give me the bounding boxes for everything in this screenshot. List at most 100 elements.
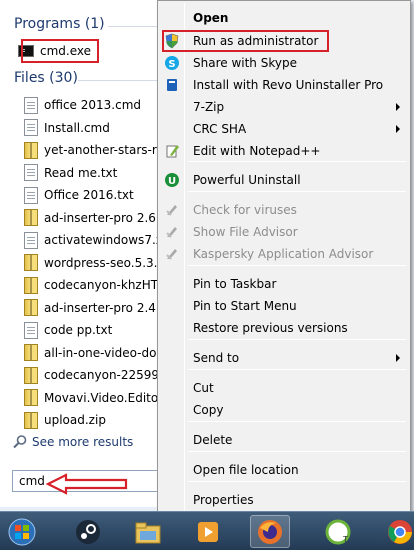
text-file-icon [24,231,38,249]
file-item-label: Office 2016.txt [44,188,134,202]
file-item-label: ad-inserter-pro 2.6.11 [44,210,176,225]
menu-item-share-with-skype[interactable]: S Share with Skype [160,52,408,74]
file-item[interactable]: ad-inserter-pro 2.6.11 [24,207,175,229]
menu-item-install-with-revo-uninstaller-pro[interactable]: Install with Revo Uninstaller Pro [160,74,408,96]
menu-separator [188,339,406,340]
menu-item-label: Open file location [193,463,299,477]
powerful-uninstall-icon: U [162,170,182,190]
taskbar-button-file-explorer[interactable] [128,515,168,548]
app-t-icon: T [324,518,352,546]
file-item-label: all-in-one-video-dow [44,345,167,360]
menu-item-label: Copy [193,403,224,417]
file-item-label: upload.zip [44,413,106,427]
file-item-label: Read me.txt [44,165,118,180]
file-item[interactable]: Read me.txt [24,162,117,184]
file-item-label: office 2013.cmd [44,98,141,112]
program-item-label: cmd.exe [40,44,92,58]
taskbar-button-media-player[interactable] [188,515,228,548]
svg-text:T: T [342,535,348,544]
file-item[interactable]: codecanyon-2259941 [24,364,174,386]
kaspersky-icon [162,200,182,220]
programs-divider [108,26,164,27]
see-more-results-link[interactable]: See more results [12,434,133,450]
file-item[interactable]: codecanyon-khzHTF [24,274,165,296]
menu-separator [188,481,406,482]
start-orb-icon [7,517,37,547]
menu-item-kaspersky-application-advisor: Kaspersky Application Advisor [160,243,408,265]
file-item[interactable]: upload.zip [24,409,106,431]
taskbar-button-chrome[interactable] [380,515,414,548]
text-file-icon [24,321,38,339]
file-item-label: yet-another-stars-rat [44,143,169,157]
menu-item-7-zip[interactable]: 7-Zip [160,96,408,118]
menu-item-pin-to-taskbar[interactable]: Pin to Taskbar [160,273,408,295]
start-menu-pane: Programs (1) cmd.exe Files (30) office 2… [0,0,175,507]
menu-item-edit-with-notepad[interactable]: Edit with Notepad++ [160,140,408,162]
zip-folder-icon [24,389,38,406]
file-item[interactable]: activatewindows7.xm [24,229,175,251]
taskbar-button-firefox[interactable] [250,515,290,548]
zip-folder-icon [24,366,38,384]
search-icon [13,435,27,449]
file-item[interactable]: Office 2016.txt [24,184,134,206]
file-explorer-icon [133,518,163,546]
taskbar-button-start-orb[interactable] [2,515,42,548]
menu-item-label: Install with Revo Uninstaller Pro [193,78,384,92]
menu-item-label: Pin to Start Menu [193,299,297,313]
file-item-label: ad-inserter-pro 2.4.18 [44,300,176,315]
file-item-label: Movavi.Video.Editor.3 [44,390,174,405]
taskbar-button-app-t[interactable]: T [318,515,358,548]
submenu-arrow-icon [396,125,400,133]
menu-item-run-as-administrator[interactable]: Run as administrator [160,30,408,52]
cmd-icon [18,45,34,57]
file-item-label: codecanyon-2259941 [44,368,175,382]
search-input[interactable]: cmd [12,470,160,492]
file-item[interactable]: Movavi.Video.Editor.3 [24,387,174,409]
notepad-plus-plus-icon [162,141,182,161]
file-item[interactable]: wordpress-seo.5.3.3.z [24,252,175,274]
file-item[interactable]: all-in-one-video-dow [24,342,166,364]
search-input-value: cmd [19,474,45,488]
menu-item-label: Send to [193,351,240,365]
kaspersky-icon [162,222,182,242]
menu-item-open[interactable]: Open [160,7,408,29]
file-item[interactable]: yet-another-stars-rat [24,139,169,161]
firefox-icon [256,518,284,546]
file-item-label: activatewindows7.xm [44,233,175,247]
file-item[interactable]: ad-inserter-pro 2.4.18 [24,297,175,319]
zip-folder-icon [24,299,38,316]
menu-item-label: Pin to Taskbar [193,277,277,291]
zip-folder-icon [24,344,38,361]
file-item[interactable]: Install.cmd [24,117,110,139]
menu-item-open-file-location[interactable]: Open file location [160,459,408,481]
menu-item-powerful-uninstall[interactable]: U Powerful Uninstall [160,169,408,191]
menu-item-restore-previous-versions[interactable]: Restore previous versions [160,317,408,339]
file-item-label: wordpress-seo.5.3.3.z [44,255,176,270]
menu-item-send-to[interactable]: Send to [160,347,408,369]
zip-folder-icon [24,276,38,294]
menu-item-properties[interactable]: Properties [160,489,408,511]
menu-item-label: Edit with Notepad++ [193,144,321,158]
menu-separator [188,265,406,266]
menu-item-cut[interactable]: Cut [160,377,408,399]
kaspersky-icon [162,244,182,264]
file-item[interactable]: code pp.txt [24,319,112,341]
revo-uninstaller-icon [162,75,182,95]
menu-item-pin-to-start-menu[interactable]: Pin to Start Menu [160,295,408,317]
menu-item-crc-sha[interactable]: CRC SHA [160,118,408,140]
zip-folder-icon [24,411,38,429]
taskbar-button-steam[interactable] [68,515,108,548]
file-item-label: Install.cmd [44,120,110,135]
text-file-icon [24,186,38,204]
menu-item-delete[interactable]: Delete [160,429,408,451]
menu-item-label: Properties [193,493,254,507]
menu-item-copy[interactable]: Copy [160,399,408,421]
menu-item-check-for-viruses: Check for viruses [160,199,408,221]
menu-separator [188,421,406,422]
program-item-cmd[interactable]: cmd.exe [18,40,98,62]
file-item[interactable]: office 2013.cmd [24,94,141,116]
taskbar: T [0,511,414,550]
context-menu: Open Run as administrator S Share with Skyp… [157,0,411,514]
file-item-label: codecanyon-khzHTF [44,278,165,292]
menu-item-label: Run as administrator [193,34,319,48]
